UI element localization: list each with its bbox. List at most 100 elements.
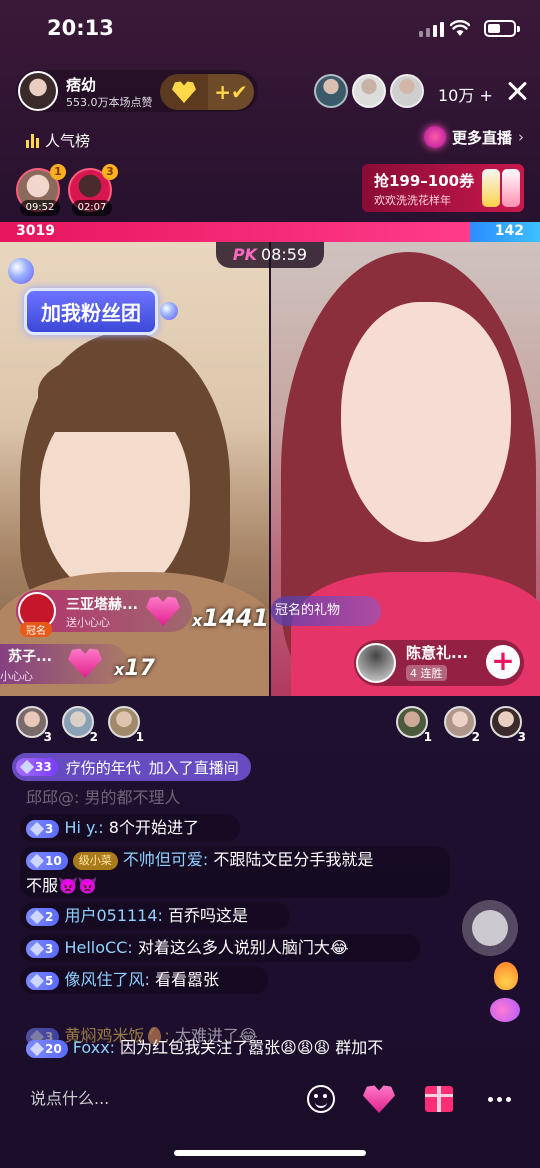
contributor-rank: 2 — [471, 730, 480, 744]
diamond-icon — [29, 941, 45, 956]
fan-club-button[interactable] — [160, 74, 208, 110]
right-stream-video[interactable] — [271, 242, 540, 696]
coupon-title: 抢199–100券 — [374, 172, 475, 190]
combo-value: 17 — [124, 656, 155, 681]
emoji-button[interactable] — [300, 1078, 342, 1120]
viewer-count[interactable]: 10万 + — [438, 82, 493, 106]
chat-text: 对着这么多人说别人脑门大😂 — [137, 938, 349, 957]
contributor-rank: 1 — [135, 730, 144, 744]
chat-text: 因为红包我关注了嚣张😩😩😩 群加不 — [120, 1038, 384, 1057]
hearts-gift-icon[interactable] — [490, 998, 520, 1022]
viewer-avatar[interactable] — [314, 74, 348, 108]
rank-item[interactable]: 3 02:07 — [68, 164, 118, 216]
chat-user: 像风住了风: — [64, 970, 150, 989]
chat-text: 男的都不理人 — [84, 788, 181, 807]
level-badge: 5 — [26, 971, 60, 990]
left-contributor-avatar[interactable]: 2 — [62, 706, 98, 744]
crown-gift-label: 冠名的礼物 — [271, 596, 381, 626]
pk-label: PK — [232, 245, 257, 264]
comment-input[interactable]: 说点什么... — [16, 1078, 286, 1120]
chat-user: HelloCC: — [64, 938, 133, 957]
right-contributor-avatar[interactable]: 3 — [490, 706, 526, 744]
rank-number: 3 — [102, 164, 118, 180]
more-dots-icon — [487, 1096, 511, 1102]
status-bar: 20:13 — [0, 0, 540, 60]
diamond-icon — [29, 821, 45, 836]
right-contributor-avatar[interactable]: 2 — [444, 706, 480, 744]
floating-assistant-button[interactable] — [462, 900, 518, 956]
more-button[interactable] — [478, 1078, 520, 1120]
rank-time: 09:52 — [20, 200, 60, 216]
level-number: 20 — [45, 1041, 62, 1056]
heart-icon — [363, 1085, 395, 1113]
level-number: 3 — [45, 941, 54, 956]
disco-ball-icon — [160, 302, 178, 320]
follow-button[interactable]: +✔ — [208, 74, 254, 110]
opponent-streak: 4 连胜 — [406, 665, 447, 681]
chat-message-continuation: 不服👿👿 — [26, 872, 98, 900]
left-contributor-avatar[interactable]: 1 — [108, 706, 144, 744]
pk-timer-value: 08:59 — [261, 245, 308, 264]
viewer-avatar[interactable] — [352, 74, 386, 108]
join-notice: 33 疗伤的年代 加入了直播间 — [12, 753, 251, 781]
close-icon[interactable] — [504, 78, 530, 104]
smile-icon — [307, 1085, 335, 1113]
fan-tag: 级小菜 — [72, 851, 118, 870]
gift-description: 小心心 — [0, 670, 33, 683]
opponent-info[interactable]: 陈意礼... 4 连胜 + — [354, 640, 524, 686]
opponent-avatar[interactable] — [356, 643, 396, 683]
heart-gift-button[interactable] — [358, 1078, 400, 1120]
status-time: 20:13 — [47, 16, 114, 40]
level-number: 33 — [35, 760, 52, 774]
chat-user: Hi y.: — [64, 818, 104, 837]
diamond-icon — [29, 853, 45, 868]
chat-user: 不帅但可爱: — [122, 850, 209, 869]
coupon-subtitle: 欢欢洗洗花样年 — [374, 194, 451, 207]
diamond-icon — [29, 909, 45, 924]
chat-user: Foxx: — [72, 1038, 116, 1057]
gift-notification[interactable]: 苏子... 小心心 — [0, 644, 128, 684]
gift-description: 送小心心 — [66, 616, 110, 629]
pk-timer: PK 08:59 — [216, 242, 324, 268]
gift-button[interactable] — [418, 1078, 460, 1120]
join-user: 疗伤的年代 — [65, 758, 141, 777]
level-number: 5 — [45, 973, 54, 988]
level-badge: 3 — [26, 939, 60, 958]
contributor-rank: 1 — [423, 730, 432, 744]
more-live-label: 更多直播 — [451, 128, 512, 147]
pk-left-score: 3019 — [16, 223, 55, 239]
host-bangs — [38, 352, 198, 432]
chat-text: 不跟陆文臣分手我就是 — [213, 850, 374, 869]
join-action: 加入了直播间 — [148, 758, 239, 777]
opponent-face — [341, 302, 511, 542]
opponent-name: 陈意礼... — [406, 644, 469, 662]
home-indicator[interactable] — [174, 1150, 366, 1156]
follow-opponent-button[interactable]: + — [486, 645, 520, 679]
contributor-rank: 2 — [89, 730, 98, 744]
product-bottle-icon — [502, 169, 520, 207]
left-contributor-avatar[interactable]: 3 — [16, 706, 52, 744]
more-live-button[interactable]: 更多直播 › — [423, 126, 524, 148]
chevron-right-icon: › — [518, 128, 524, 146]
popular-ranking-button[interactable]: 人气榜 — [26, 130, 90, 151]
cellular-signal-icon — [419, 22, 444, 37]
level-badge: 2 — [26, 907, 60, 926]
host-avatar[interactable] — [18, 71, 58, 111]
gift-combo-count: x1441 — [192, 604, 269, 632]
join-fan-club-banner[interactable]: 加我粉丝团 — [24, 288, 158, 335]
combo-prefix: x — [114, 660, 125, 679]
coupon-banner[interactable]: 抢199–100券 欢欢洗洗花样年 — [362, 164, 524, 212]
flame-gift-icon[interactable] — [494, 962, 518, 990]
right-contributor-avatar[interactable]: 1 — [396, 706, 432, 744]
level-badge: 10 — [26, 851, 68, 870]
ranking-bars-icon — [26, 133, 39, 148]
contributor-rank: 3 — [43, 730, 52, 744]
rank-item[interactable]: 1 09:52 — [16, 164, 66, 216]
gift-sender-name: 苏子... — [8, 649, 52, 665]
level-badge: 20 — [26, 1039, 68, 1058]
diamond-icon — [29, 973, 45, 988]
gift-combo-count: x17 — [114, 656, 155, 681]
popular-label: 人气榜 — [45, 132, 91, 150]
viewer-avatar[interactable] — [390, 74, 424, 108]
chat-message: 2 用户051114: 百乔吗这是 — [26, 902, 248, 930]
